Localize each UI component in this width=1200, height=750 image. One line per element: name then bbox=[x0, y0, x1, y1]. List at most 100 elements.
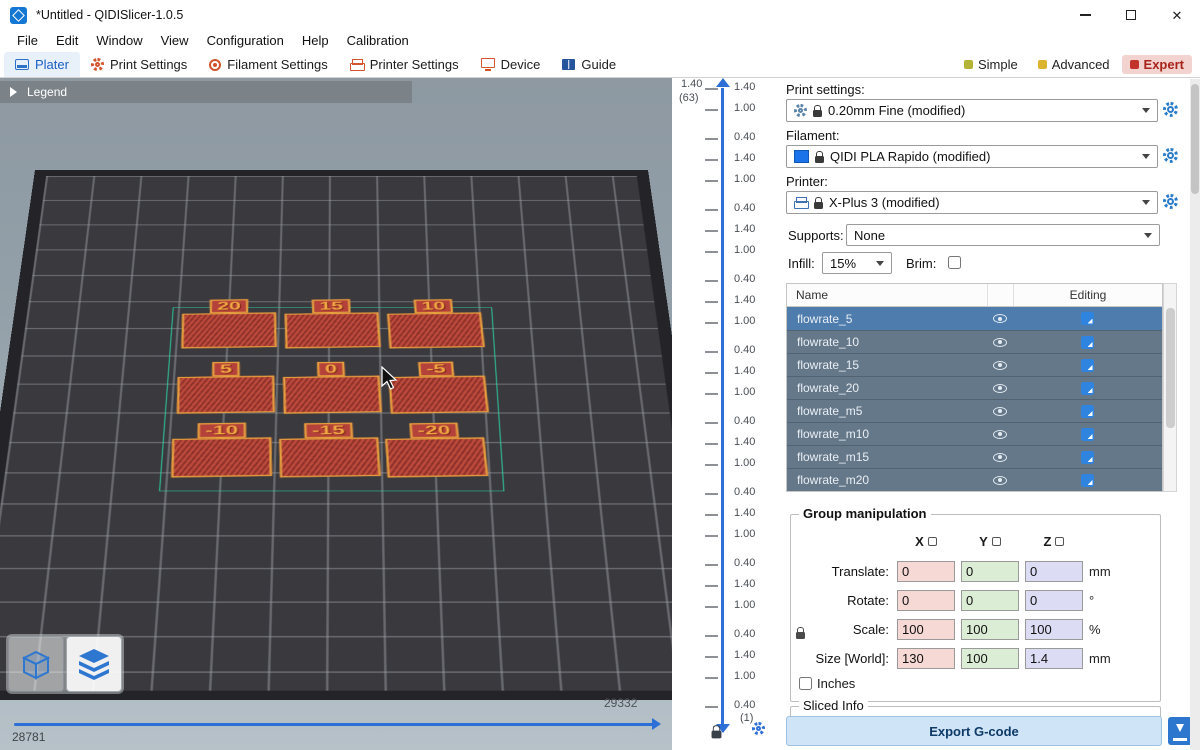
translate-y-input[interactable] bbox=[961, 561, 1019, 582]
chevron-down-icon bbox=[1142, 200, 1150, 205]
editing-icon[interactable] bbox=[1081, 382, 1094, 395]
scrollbar-thumb[interactable] bbox=[1166, 308, 1175, 428]
flow-patch[interactable]: -20 bbox=[385, 437, 488, 477]
edit-filament-gear-icon[interactable] bbox=[1163, 148, 1178, 163]
supports-combo[interactable]: None bbox=[846, 224, 1160, 246]
object-row[interactable]: flowrate_5 bbox=[787, 307, 1162, 330]
flow-patch[interactable]: -10 bbox=[171, 437, 272, 477]
object-row[interactable]: flowrate_m15 bbox=[787, 445, 1162, 468]
print-settings-combo[interactable]: 0.20mm Fine (modified) bbox=[786, 99, 1158, 122]
tab-plater[interactable]: Plater bbox=[4, 52, 80, 77]
layer-tick bbox=[705, 301, 718, 303]
preview-view-button[interactable] bbox=[66, 636, 122, 692]
visibility-eye-icon[interactable] bbox=[993, 338, 1007, 347]
scrollbar-thumb[interactable] bbox=[1191, 84, 1199, 194]
tab-printer-settings[interactable]: Printer Settings bbox=[339, 52, 470, 77]
flow-patch[interactable]: 10 bbox=[387, 312, 485, 348]
menu-item-edit[interactable]: Edit bbox=[47, 30, 87, 52]
menu-item-help[interactable]: Help bbox=[293, 30, 338, 52]
rotate-y-input[interactable] bbox=[961, 590, 1019, 611]
object-row[interactable]: flowrate_20 bbox=[787, 376, 1162, 399]
object-row[interactable]: flowrate_m10 bbox=[787, 422, 1162, 445]
scale-y-input[interactable] bbox=[961, 619, 1019, 640]
editing-icon[interactable] bbox=[1081, 336, 1094, 349]
mode-simple[interactable]: Simple bbox=[956, 55, 1026, 74]
scale-x-input[interactable] bbox=[897, 619, 955, 640]
scale-z-input[interactable] bbox=[1025, 619, 1083, 640]
flow-patch[interactable]: 5 bbox=[177, 376, 275, 414]
size-y-input[interactable] bbox=[961, 648, 1019, 669]
layer-height-top-value: 1.40 bbox=[681, 78, 702, 90]
maximize-button[interactable] bbox=[1108, 0, 1154, 30]
world-coords-icon[interactable] bbox=[992, 537, 1001, 546]
flow-patch[interactable]: 15 bbox=[285, 312, 381, 348]
layer-gear-icon[interactable] bbox=[752, 722, 765, 735]
horizontal-slider[interactable] bbox=[14, 723, 654, 726]
flow-patch[interactable]: 20 bbox=[181, 312, 276, 348]
layer-slider[interactable] bbox=[721, 88, 724, 724]
rotate-x-input[interactable] bbox=[897, 590, 955, 611]
editing-icon[interactable] bbox=[1081, 312, 1094, 325]
flow-patch[interactable]: -5 bbox=[388, 376, 488, 414]
editing-icon[interactable] bbox=[1081, 451, 1094, 464]
horizontal-slider-handle[interactable] bbox=[652, 718, 661, 730]
tab-guide[interactable]: Guide bbox=[551, 52, 627, 77]
send-to-printer-button[interactable] bbox=[1168, 717, 1192, 745]
flow-patch[interactable]: 0 bbox=[283, 376, 382, 414]
menu-item-configuration[interactable]: Configuration bbox=[198, 30, 293, 52]
infill-combo[interactable]: 15% bbox=[822, 252, 892, 274]
object-row[interactable]: flowrate_m20 bbox=[787, 468, 1162, 491]
rotate-z-input[interactable] bbox=[1025, 590, 1083, 611]
layer-slider-upper-handle[interactable] bbox=[716, 78, 730, 87]
layer-tick-label: 1.40 bbox=[734, 223, 755, 235]
visibility-eye-icon[interactable] bbox=[993, 384, 1007, 393]
object-row[interactable]: flowrate_m5 bbox=[787, 399, 1162, 422]
object-row[interactable]: flowrate_10 bbox=[787, 330, 1162, 353]
visibility-eye-icon[interactable] bbox=[993, 430, 1007, 439]
size-z-input[interactable] bbox=[1025, 648, 1083, 669]
printer-combo[interactable]: X-Plus 3 (modified) bbox=[786, 191, 1158, 214]
editing-icon[interactable] bbox=[1081, 428, 1094, 441]
tab-print-settings[interactable]: Print Settings bbox=[80, 52, 198, 77]
sidebar-scrollbar[interactable] bbox=[1190, 79, 1200, 750]
edit-print-settings-gear-icon[interactable] bbox=[1163, 102, 1178, 117]
mode-expert[interactable]: Expert bbox=[1122, 55, 1192, 74]
tab-filament-settings[interactable]: Filament Settings bbox=[198, 52, 338, 77]
build-plate[interactable]: 201510 50-5 -10-15-20 bbox=[0, 170, 672, 700]
close-button[interactable]: ✕ bbox=[1154, 0, 1200, 30]
visibility-eye-icon[interactable] bbox=[993, 361, 1007, 370]
world-coords-icon[interactable] bbox=[928, 537, 937, 546]
edit-printer-gear-icon[interactable] bbox=[1163, 194, 1178, 209]
editing-icon[interactable] bbox=[1081, 474, 1094, 487]
visibility-eye-icon[interactable] bbox=[993, 314, 1007, 323]
tab-device[interactable]: Device bbox=[470, 52, 552, 77]
layer-lock-icon[interactable] bbox=[712, 731, 722, 739]
viewport-3d[interactable]: 20151050-5-10-15-20 Legend 29332 28781 bbox=[0, 78, 672, 750]
menu-item-window[interactable]: Window bbox=[87, 30, 151, 52]
uniform-scale-lock-icon[interactable] bbox=[796, 632, 805, 639]
size-x-input[interactable] bbox=[897, 648, 955, 669]
translate-x-input[interactable] bbox=[897, 561, 955, 582]
menu-item-view[interactable]: View bbox=[152, 30, 198, 52]
filament-combo[interactable]: QIDI PLA Rapido (modified) bbox=[786, 145, 1158, 168]
editing-icon[interactable] bbox=[1081, 405, 1094, 418]
object-row[interactable]: flowrate_15 bbox=[787, 353, 1162, 376]
object-list-scrollbar[interactable] bbox=[1163, 283, 1177, 492]
legend-bar[interactable]: Legend bbox=[0, 81, 412, 103]
layer-tick bbox=[705, 322, 718, 324]
export-gcode-button[interactable]: Export G-code bbox=[786, 716, 1162, 746]
visibility-eye-icon[interactable] bbox=[993, 453, 1007, 462]
world-coords-icon[interactable] bbox=[1055, 537, 1064, 546]
menu-item-calibration[interactable]: Calibration bbox=[338, 30, 418, 52]
translate-z-input[interactable] bbox=[1025, 561, 1083, 582]
menu-item-file[interactable]: File bbox=[8, 30, 47, 52]
mode-advanced[interactable]: Advanced bbox=[1030, 55, 1118, 74]
minimize-button[interactable] bbox=[1062, 0, 1108, 30]
editor-view-button[interactable] bbox=[8, 636, 64, 692]
editing-icon[interactable] bbox=[1081, 359, 1094, 372]
visibility-eye-icon[interactable] bbox=[993, 407, 1007, 416]
visibility-eye-icon[interactable] bbox=[993, 476, 1007, 485]
inches-checkbox[interactable] bbox=[799, 677, 812, 690]
brim-checkbox[interactable] bbox=[948, 256, 961, 269]
flow-patch[interactable]: -15 bbox=[279, 437, 380, 477]
